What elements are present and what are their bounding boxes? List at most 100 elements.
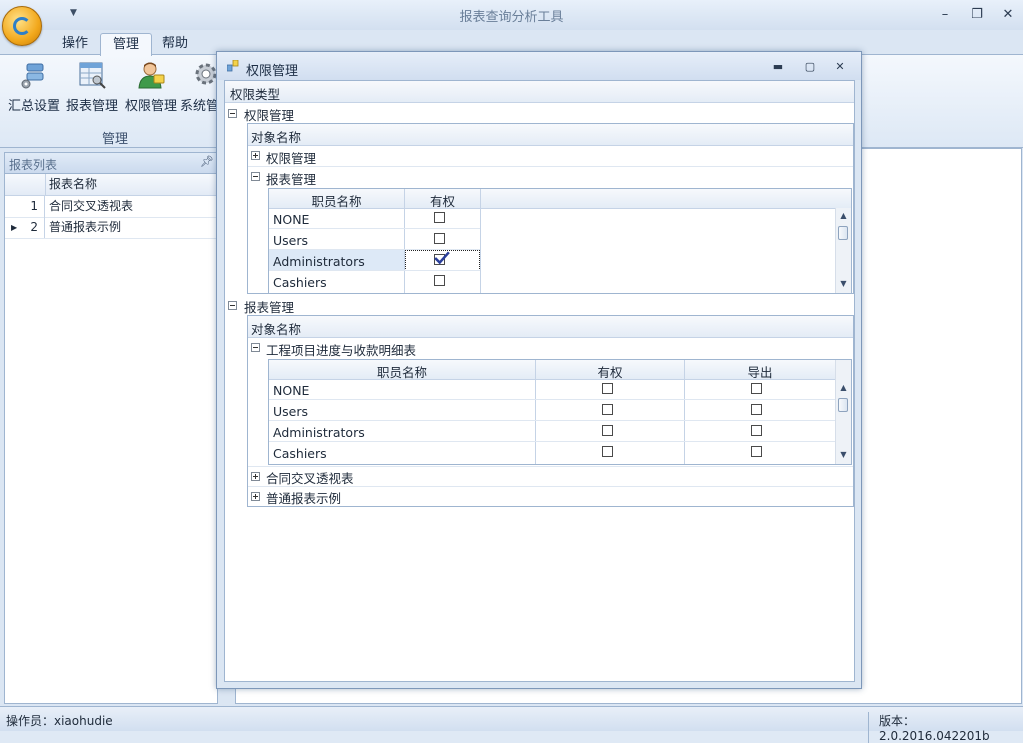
dialog-close-button[interactable]: ✕ xyxy=(831,60,849,74)
scroll-down-icon[interactable]: ▼ xyxy=(836,278,851,290)
staff-row[interactable]: Users xyxy=(269,400,835,421)
report-management-button[interactable]: 报表管理 xyxy=(63,58,121,118)
has-permission-checkbox[interactable] xyxy=(602,383,613,394)
row-number: 2 xyxy=(5,217,45,238)
summary-settings-button[interactable]: 汇总设置 xyxy=(5,58,63,118)
row-indicator-header xyxy=(5,174,46,195)
dialog-title-bar[interactable]: 权限管理 ▬ ▢ ✕ xyxy=(217,52,861,80)
dialog-window-icon xyxy=(227,60,239,72)
export-checkbox[interactable] xyxy=(751,404,762,415)
staff-row[interactable]: Cashiers xyxy=(269,271,835,292)
expand-icon[interactable] xyxy=(251,151,260,160)
dialog-title: 权限管理 xyxy=(246,64,299,79)
object-name-header-label[interactable]: 对象名称 xyxy=(251,127,301,146)
staff-grid-header: 职员名称 有权 xyxy=(269,189,851,209)
staff-name: Administrators xyxy=(273,425,365,440)
dialog-restore-button[interactable]: ▢ xyxy=(801,60,819,74)
has-permission-checkbox[interactable] xyxy=(602,404,613,415)
status-bar: 操作员：xiaohudie 版本：2.0.2016.042201b xyxy=(0,706,1023,743)
dialog-minimize-button[interactable]: ▬ xyxy=(769,60,787,74)
staff-grid-header: 职员名称 有权 导出 xyxy=(269,360,851,380)
permission-type-header-label[interactable]: 权限类型 xyxy=(230,84,280,103)
section-1-detail: 对象名称 权限管理 报表管理 职员名称 有权 NONE Users Admini… xyxy=(247,123,854,294)
vertical-scrollbar[interactable]: ▲ ▼ xyxy=(835,360,851,464)
object-name-header-label[interactable]: 对象名称 xyxy=(251,319,301,338)
staff-permission-grid-2: 职员名称 有权 导出 NONE Users Administrators Cas… xyxy=(268,359,852,465)
export-checkbox[interactable] xyxy=(751,425,762,436)
restore-button[interactable]: ❐ xyxy=(966,6,988,24)
expand-icon[interactable] xyxy=(251,492,260,501)
column-divider xyxy=(480,189,481,208)
collapse-icon[interactable] xyxy=(228,109,237,118)
has-permission-checkbox[interactable] xyxy=(602,446,613,457)
ribbon-group-label: 管理 xyxy=(101,132,128,147)
close-button[interactable]: ✕ xyxy=(997,6,1019,24)
tab-operation[interactable]: 操作 xyxy=(50,33,100,55)
staff-row[interactable]: NONE xyxy=(269,208,835,229)
scrollbar-thumb[interactable] xyxy=(838,226,848,240)
expand-icon[interactable] xyxy=(251,472,260,481)
quick-access-dropdown-icon[interactable]: ▼ xyxy=(70,8,77,18)
vertical-scrollbar[interactable]: ▲ ▼ xyxy=(835,208,851,293)
has-permission-checkbox[interactable] xyxy=(434,212,445,223)
object-row-label[interactable]: 普通报表示例 xyxy=(266,488,341,507)
report-name-cell: 普通报表示例 xyxy=(49,220,122,234)
scrollbar-thumb[interactable] xyxy=(838,398,848,412)
object-row-label[interactable]: 工程项目进度与收款明细表 xyxy=(266,340,416,359)
object-row-label[interactable]: 合同交叉透视表 xyxy=(266,468,354,487)
system-gear-icon xyxy=(195,63,217,85)
permission-type-header: 权限类型 xyxy=(225,81,854,103)
has-permission-checkbox[interactable] xyxy=(602,425,613,436)
staff-row-selected[interactable]: Administrators xyxy=(269,250,835,271)
section-2-detail: 对象名称 工程项目进度与收款明细表 职员名称 有权 导出 NONE Users … xyxy=(247,315,854,507)
section-permission-management[interactable]: 权限管理 xyxy=(244,105,294,124)
report-management-icon xyxy=(79,62,106,89)
report-name-column-header[interactable]: 报表名称 xyxy=(49,174,97,195)
report-list-row[interactable]: 1 合同交叉透视表 xyxy=(5,196,217,218)
staff-name: Administrators xyxy=(273,254,365,269)
collapse-icon[interactable] xyxy=(228,301,237,310)
permission-management-icon xyxy=(138,62,165,89)
minimize-button[interactable]: – xyxy=(934,6,956,24)
pin-icon[interactable]: 📌︎ xyxy=(200,155,214,168)
collapse-icon[interactable] xyxy=(251,343,260,352)
export-checkbox[interactable] xyxy=(751,446,762,457)
tab-help[interactable]: 帮助 xyxy=(150,33,200,55)
has-permission-checkbox[interactable] xyxy=(434,275,445,286)
object-row-label[interactable]: 权限管理 xyxy=(266,148,316,167)
object-name-header: 对象名称 xyxy=(248,316,853,338)
report-list-title-bar: 报表列表 📌︎ xyxy=(5,153,217,174)
staff-name: NONE xyxy=(273,383,310,398)
summary-settings-icon xyxy=(21,63,44,89)
app-logo-icon xyxy=(13,17,31,35)
scroll-up-icon[interactable]: ▲ xyxy=(836,382,851,394)
export-checkbox[interactable] xyxy=(751,383,762,394)
permission-tree-grid: 权限类型 权限管理 对象名称 权限管理 报表管理 职员名称 有权 NONE Us… xyxy=(224,80,855,682)
collapse-icon[interactable] xyxy=(251,172,260,181)
staff-name: Cashiers xyxy=(273,275,327,290)
staff-name: NONE xyxy=(273,212,310,227)
staff-row[interactable]: Users xyxy=(269,229,835,250)
permission-management-label: 权限管理 xyxy=(124,99,177,114)
application-menu-button[interactable] xyxy=(2,6,42,46)
permission-management-button[interactable]: 权限管理 xyxy=(122,58,180,118)
scroll-up-icon[interactable]: ▲ xyxy=(836,210,851,222)
row-divider xyxy=(248,466,853,467)
staff-row[interactable]: NONE xyxy=(269,379,835,400)
row-divider xyxy=(248,486,853,487)
object-row-label[interactable]: 报表管理 xyxy=(266,169,316,188)
system-management-button[interactable]: 系统管 xyxy=(181,58,217,118)
staff-name: Users xyxy=(273,233,309,248)
report-list-row[interactable]: ▶ 2 普通报表示例 xyxy=(5,217,217,239)
staff-row[interactable]: Administrators xyxy=(269,421,835,442)
has-permission-checkbox-checked[interactable] xyxy=(434,251,450,265)
staff-permission-grid: 职员名称 有权 NONE Users Administrators Cashie… xyxy=(268,188,852,294)
section-report-management[interactable]: 报表管理 xyxy=(244,297,294,316)
scroll-down-icon[interactable]: ▼ xyxy=(836,449,851,461)
row-number: 1 xyxy=(5,196,45,217)
has-permission-checkbox[interactable] xyxy=(434,233,445,244)
staff-name: Cashiers xyxy=(273,446,327,461)
tab-manage[interactable]: 管理 xyxy=(100,33,153,56)
system-management-label: 系统管 xyxy=(181,99,217,114)
staff-row[interactable]: Cashiers xyxy=(269,442,835,463)
